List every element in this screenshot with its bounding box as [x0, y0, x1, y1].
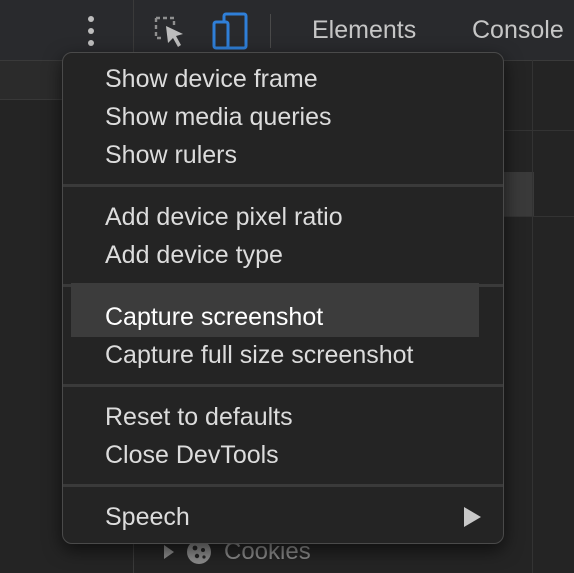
menu-item-add-device-pixel-ratio[interactable]: Add device pixel ratio — [105, 202, 343, 232]
menu-separator — [63, 384, 503, 387]
menu-separator — [63, 184, 503, 187]
device-mode-context-menu: Show device frame Show media queries Sho… — [62, 52, 504, 544]
menu-item-show-media-queries[interactable]: Show media queries — [105, 102, 332, 132]
menu-item-show-rulers[interactable]: Show rulers — [105, 140, 237, 170]
tab-elements[interactable]: Elements — [312, 16, 416, 45]
menu-separator — [63, 484, 503, 487]
device-toolbar-toggle-icon[interactable] — [210, 10, 252, 52]
menu-item-capture-screenshot[interactable]: Capture screenshot — [105, 302, 323, 332]
menu-item-capture-full-size-screenshot[interactable]: Capture full size screenshot — [105, 340, 413, 370]
menu-item-close-devtools[interactable]: Close DevTools — [105, 440, 279, 470]
submenu-arrow-icon — [464, 507, 481, 527]
panel-split-line — [532, 60, 533, 573]
menu-item-add-device-type[interactable]: Add device type — [105, 240, 283, 270]
menu-item-speech[interactable]: Speech — [105, 502, 190, 532]
tab-console[interactable]: Console — [472, 16, 564, 45]
more-options-icon[interactable] — [78, 14, 104, 48]
menu-item-show-device-frame[interactable]: Show device frame — [105, 64, 318, 94]
expand-arrow-icon[interactable] — [164, 545, 174, 559]
toolbar-divider — [270, 14, 271, 48]
inspect-element-icon[interactable] — [152, 14, 188, 50]
menu-item-reset-to-defaults[interactable]: Reset to defaults — [105, 402, 293, 432]
